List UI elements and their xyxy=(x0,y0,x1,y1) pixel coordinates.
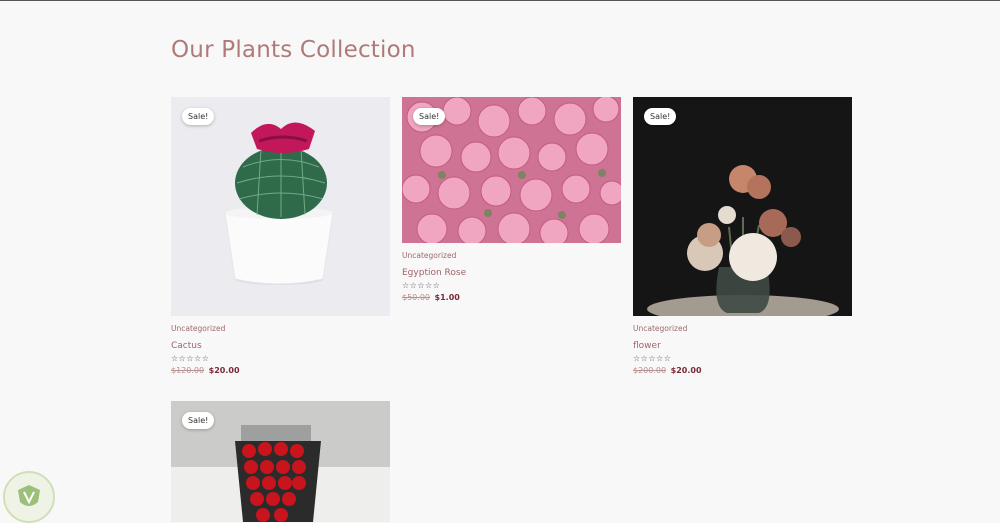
flower-vase-image xyxy=(633,97,852,316)
star-rating: ☆☆☆☆☆ xyxy=(171,354,210,363)
old-price: $200.00 xyxy=(633,366,667,375)
product-image-flower[interactable]: Sale! xyxy=(633,97,852,316)
star-rating: ☆☆☆☆☆ xyxy=(402,281,441,290)
site-logo-icon xyxy=(3,471,55,523)
star-rating: ☆☆☆☆☆ xyxy=(633,354,672,363)
product-name[interactable]: flower xyxy=(633,341,852,351)
product-name[interactable]: Egyption Rose xyxy=(402,268,621,278)
product-card-bouquet[interactable]: Sale! xyxy=(171,401,390,522)
product-category[interactable]: Uncategorized xyxy=(633,324,852,333)
old-price: $50.00 xyxy=(402,293,430,302)
page-title: Our Plants Collection xyxy=(171,37,416,63)
product-image-egyption-rose[interactable]: Sale! xyxy=(402,97,621,243)
product-price: $200.00 $20.00 xyxy=(633,366,852,375)
product-image-cactus[interactable]: Sale! xyxy=(171,97,390,316)
product-category[interactable]: Uncategorized xyxy=(171,324,390,333)
product-card-flower[interactable]: Sale! Uncategorized flower ☆☆☆☆☆ $200.00… xyxy=(633,97,852,375)
sale-price: $1.00 xyxy=(434,293,460,302)
old-price: $120.00 xyxy=(171,366,205,375)
product-name[interactable]: Cactus xyxy=(171,341,390,351)
sale-badge: Sale! xyxy=(182,108,215,125)
sale-price: $20.00 xyxy=(208,366,240,375)
product-card-egyption-rose[interactable]: Sale! Uncategorized Egyption Rose ☆☆☆☆☆ … xyxy=(402,97,621,302)
product-price: $50.00 $1.00 xyxy=(402,293,621,302)
sale-price: $20.00 xyxy=(670,366,702,375)
sale-badge: Sale! xyxy=(644,108,677,125)
sale-badge: Sale! xyxy=(413,108,446,125)
product-card-cactus[interactable]: Sale! Uncategorized Cactus ☆☆☆☆☆ $120.00… xyxy=(171,97,390,375)
product-image-bouquet[interactable]: Sale! xyxy=(171,401,390,522)
product-category[interactable]: Uncategorized xyxy=(402,251,621,260)
sale-badge: Sale! xyxy=(182,412,215,429)
cactus-image xyxy=(224,122,334,285)
product-price: $120.00 $20.00 xyxy=(171,366,390,375)
